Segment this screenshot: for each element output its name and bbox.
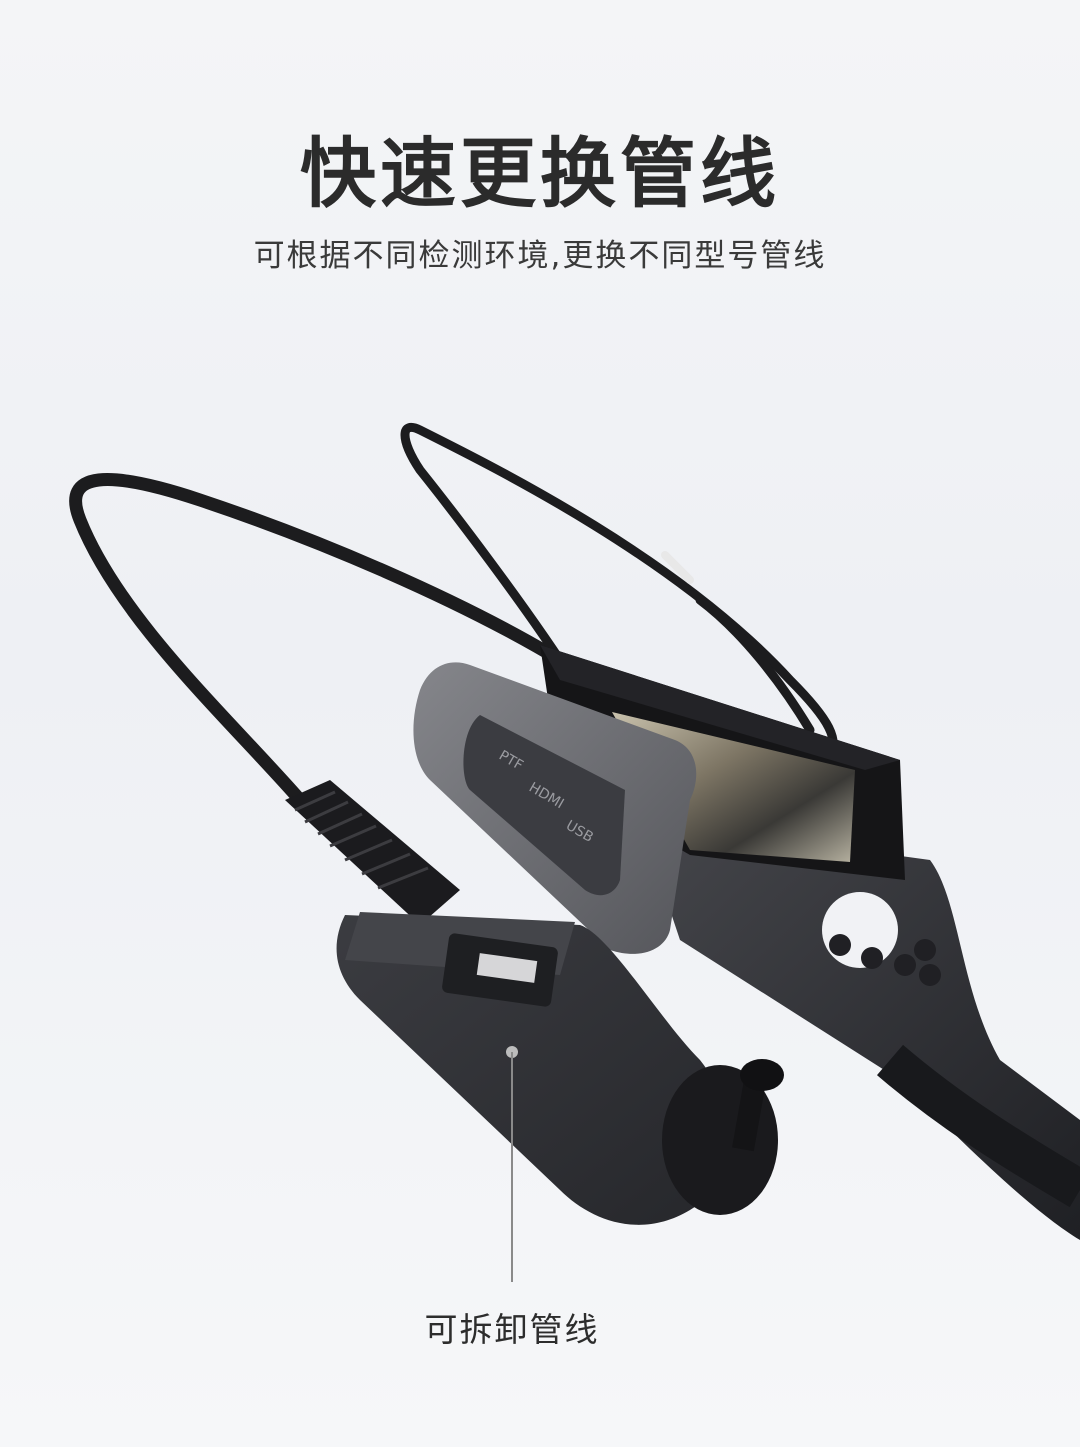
page-title: 快速更换管线 [300,129,780,218]
callout-line [511,1052,513,1282]
callout-label: 可拆卸管线 [424,1310,600,1349]
cable-connector [285,780,460,925]
page-subtitle: 可根据不同检测环境,更换不同型号管线 [253,238,827,274]
endoscope-product-image: PTF HDMI USB [69,423,1080,1240]
